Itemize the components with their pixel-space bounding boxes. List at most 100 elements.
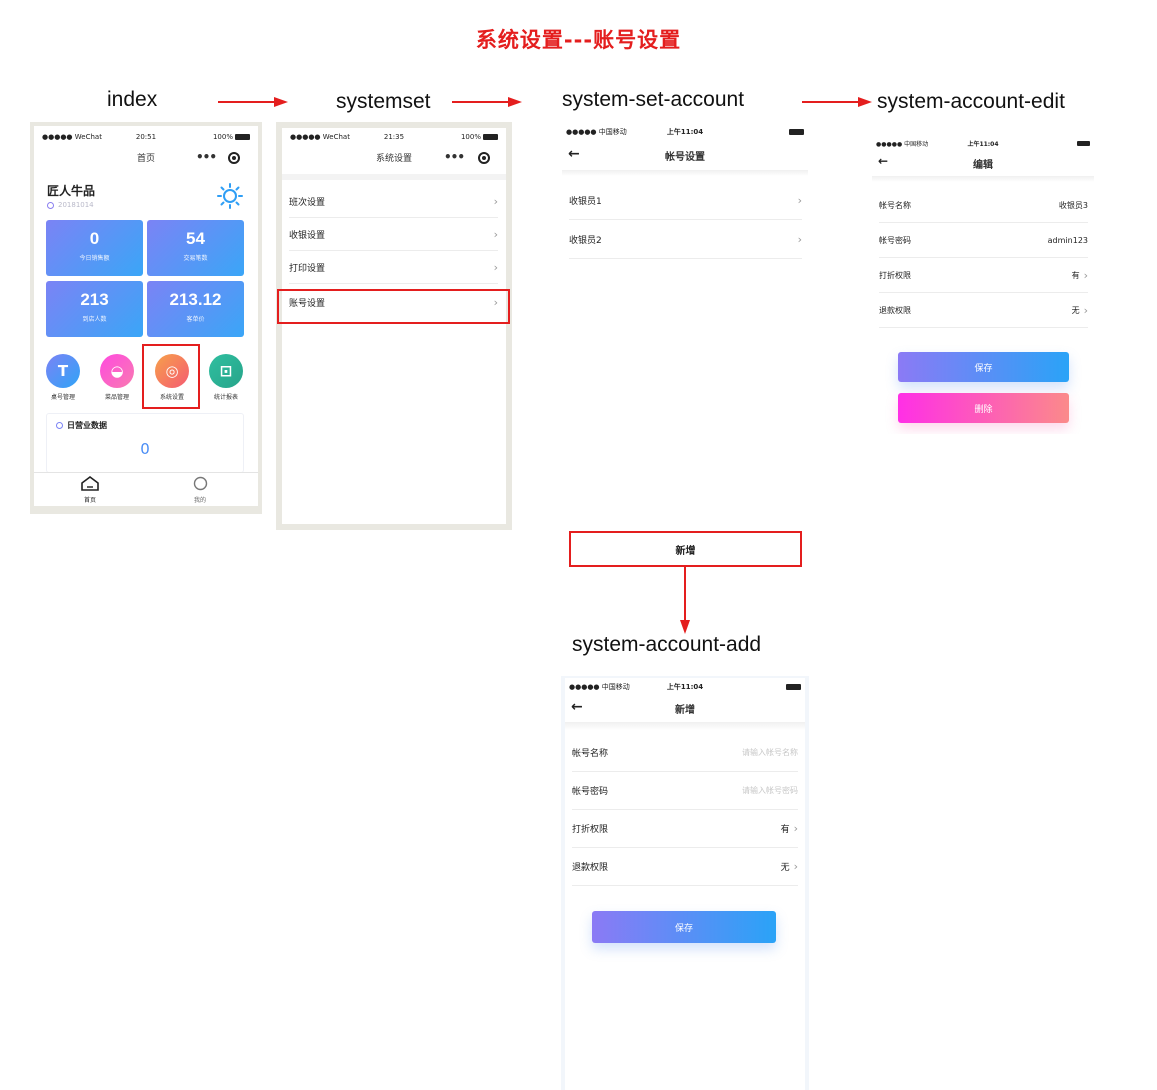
delete-button[interactable]: 删除 xyxy=(898,393,1069,423)
field-account-password[interactable]: 帐号密码 请输入帐号密码 xyxy=(572,772,798,810)
nav-title: 系统设置 xyxy=(375,153,412,164)
status-bar: ●●●●● WeChat 21:35 100% xyxy=(282,130,506,144)
battery-icon xyxy=(788,129,804,135)
menu-item-print-settings[interactable]: 打印设置 › xyxy=(289,252,498,284)
chevron-right-icon: › xyxy=(793,860,798,873)
flow-arrow-head xyxy=(680,620,690,634)
flow-arrow-line xyxy=(802,101,860,103)
account-screen: ●●●●● 中国移动 上午11:04 ← 帐号设置 收银员1 › 收银员2 › xyxy=(562,122,808,272)
flow-arrow-head xyxy=(508,97,522,107)
divider xyxy=(565,722,805,730)
chevron-right-icon: › xyxy=(1083,268,1088,282)
table-manage-icon[interactable]: T xyxy=(46,354,80,388)
add-screen: ●●●●● 中国移动 上午11:04 ← 新增 帐号名称 请输入帐号名称 帐号密… xyxy=(565,678,805,1090)
store-date-row: 20181014 xyxy=(47,201,94,209)
report-icon[interactable]: ⊡ xyxy=(209,354,243,388)
status-bar: ●●●●● 中国移动 上午11:04 xyxy=(872,136,1094,150)
navbar: 首页 ••• xyxy=(34,144,258,170)
chevron-right-icon: › xyxy=(493,261,498,274)
nav-title: 帐号设置 xyxy=(665,151,705,163)
tab-bar: 首页 我的 xyxy=(34,472,258,506)
highlight-box xyxy=(142,344,200,409)
stat-card-sales[interactable]: 0 今日销售额 xyxy=(46,220,143,276)
icon-caption: 桌号管理 xyxy=(50,394,75,401)
icon-caption: 统计报表 xyxy=(213,394,238,401)
field-discount-permission[interactable]: 打折权限 有 › xyxy=(572,810,798,848)
battery-icon xyxy=(482,134,498,140)
flow-arrow-line xyxy=(684,566,686,622)
close-target-icon[interactable] xyxy=(228,152,240,164)
back-arrow-icon[interactable]: ← xyxy=(878,154,888,168)
more-icon[interactable]: ••• xyxy=(444,150,465,164)
label-system-account-add: system-account-add xyxy=(572,633,762,656)
user-icon xyxy=(193,476,207,491)
label-index: index xyxy=(107,88,158,111)
icon-caption: 菜品管理 xyxy=(104,394,129,401)
home-icon xyxy=(81,476,99,491)
navbar: 系统设置 ••• xyxy=(282,144,506,170)
divider xyxy=(562,170,808,176)
more-icon[interactable]: ••• xyxy=(196,150,217,164)
add-account-button[interactable]: 新增 xyxy=(569,531,802,567)
field-discount-permission[interactable]: 打折权限有 › xyxy=(879,258,1088,293)
divider xyxy=(872,176,1094,182)
stat-card-transactions[interactable]: 54 交易笔数 xyxy=(147,220,244,276)
field-account-name[interactable]: 帐号名称 收银员3 xyxy=(879,188,1088,223)
account-password-input[interactable]: 请输入帐号密码 xyxy=(742,785,798,796)
chevron-right-icon: › xyxy=(493,228,498,241)
systemset-screen: ●●●●● WeChat 21:35 100% 系统设置 ••• 班次设置 › 收… xyxy=(282,128,506,524)
menu-item-shift-settings[interactable]: 班次设置 › xyxy=(289,186,498,218)
chevron-right-icon: › xyxy=(797,194,802,207)
tab-mine[interactable]: 我的 xyxy=(188,476,212,504)
flow-arrow-line xyxy=(452,101,510,103)
edit-screen: ●●●●● 中国移动 上午11:04 ← 编辑 帐号名称 收银员3 帐号密码 adm… xyxy=(872,134,1094,434)
page-title: 系统设置---账号设置 xyxy=(475,28,682,52)
field-account-name[interactable]: 帐号名称 请输入帐号名称 xyxy=(572,734,798,772)
store-date: 20181014 xyxy=(58,201,94,209)
label-systemset: systemset xyxy=(336,90,431,113)
circle-bullet-icon xyxy=(56,422,63,429)
navbar: ← 编辑 xyxy=(872,150,1094,176)
menu-item-cashier-settings[interactable]: 收银设置 › xyxy=(289,219,498,251)
save-button[interactable]: 保存 xyxy=(898,352,1069,382)
save-button[interactable]: 保存 xyxy=(592,911,776,943)
clock-icon xyxy=(47,201,54,209)
tab-home[interactable]: 首页 xyxy=(78,476,102,504)
status-bar: ●●●●● 中国移动 上午11:04 xyxy=(562,125,808,139)
field-refund-permission[interactable]: 退款权限 无 › xyxy=(572,848,798,886)
battery-icon xyxy=(785,684,801,690)
stat-card-avg-price[interactable]: 213.12 客单价 xyxy=(147,281,244,337)
back-arrow-icon[interactable]: ← xyxy=(571,699,583,715)
navbar: ← 新增 xyxy=(565,695,805,721)
stat-card-visitors[interactable]: 213 到店人数 xyxy=(46,281,143,337)
status-bar: ●●●●● WeChat 20:51 100% xyxy=(34,130,258,144)
nav-title: 新增 xyxy=(675,704,695,716)
chevron-right-icon: › xyxy=(493,195,498,208)
flow-arrow-line xyxy=(218,101,276,103)
index-screen: ●●●●● WeChat 20:51 100% 首页 ••• 匠人牛品 2018… xyxy=(34,126,258,506)
status-bar: ●●●●● 中国移动 上午11:04 xyxy=(565,680,805,694)
store-name: 匠人牛品 xyxy=(47,184,96,198)
label-system-set-account: system-set-account xyxy=(562,88,745,111)
daily-data-card: 日营业数据 0 xyxy=(46,413,244,473)
account-name-input[interactable]: 请输入帐号名称 xyxy=(742,747,798,758)
daily-data-title: 日营业数据 xyxy=(67,421,107,430)
battery-icon xyxy=(234,134,250,140)
divider xyxy=(282,174,506,180)
chevron-right-icon: › xyxy=(1083,303,1088,317)
flow-arrow-head xyxy=(858,97,872,107)
field-refund-permission[interactable]: 退款权限无 › xyxy=(879,293,1088,328)
chevron-right-icon: › xyxy=(793,822,798,835)
close-target-icon[interactable] xyxy=(478,152,490,164)
back-arrow-icon[interactable]: ← xyxy=(568,146,580,162)
add-phone-frame: ●●●●● 中国移动 上午11:04 ← 新增 帐号名称 请输入帐号名称 帐号密… xyxy=(561,676,809,1090)
systemset-phone-frame: ●●●●● WeChat 21:35 100% 系统设置 ••• 班次设置 › 收… xyxy=(276,122,512,530)
navbar: ← 帐号设置 xyxy=(562,142,808,168)
sun-icon[interactable] xyxy=(217,183,243,209)
highlight-box xyxy=(277,289,510,324)
chevron-right-icon: › xyxy=(797,233,802,246)
dish-manage-icon[interactable]: ◒ xyxy=(100,354,134,388)
field-account-password[interactable]: 帐号密码 admin123 xyxy=(879,223,1088,258)
account-item-cashier1[interactable]: 收银员1 › xyxy=(569,182,802,220)
account-item-cashier2[interactable]: 收银员2 › xyxy=(569,221,802,259)
